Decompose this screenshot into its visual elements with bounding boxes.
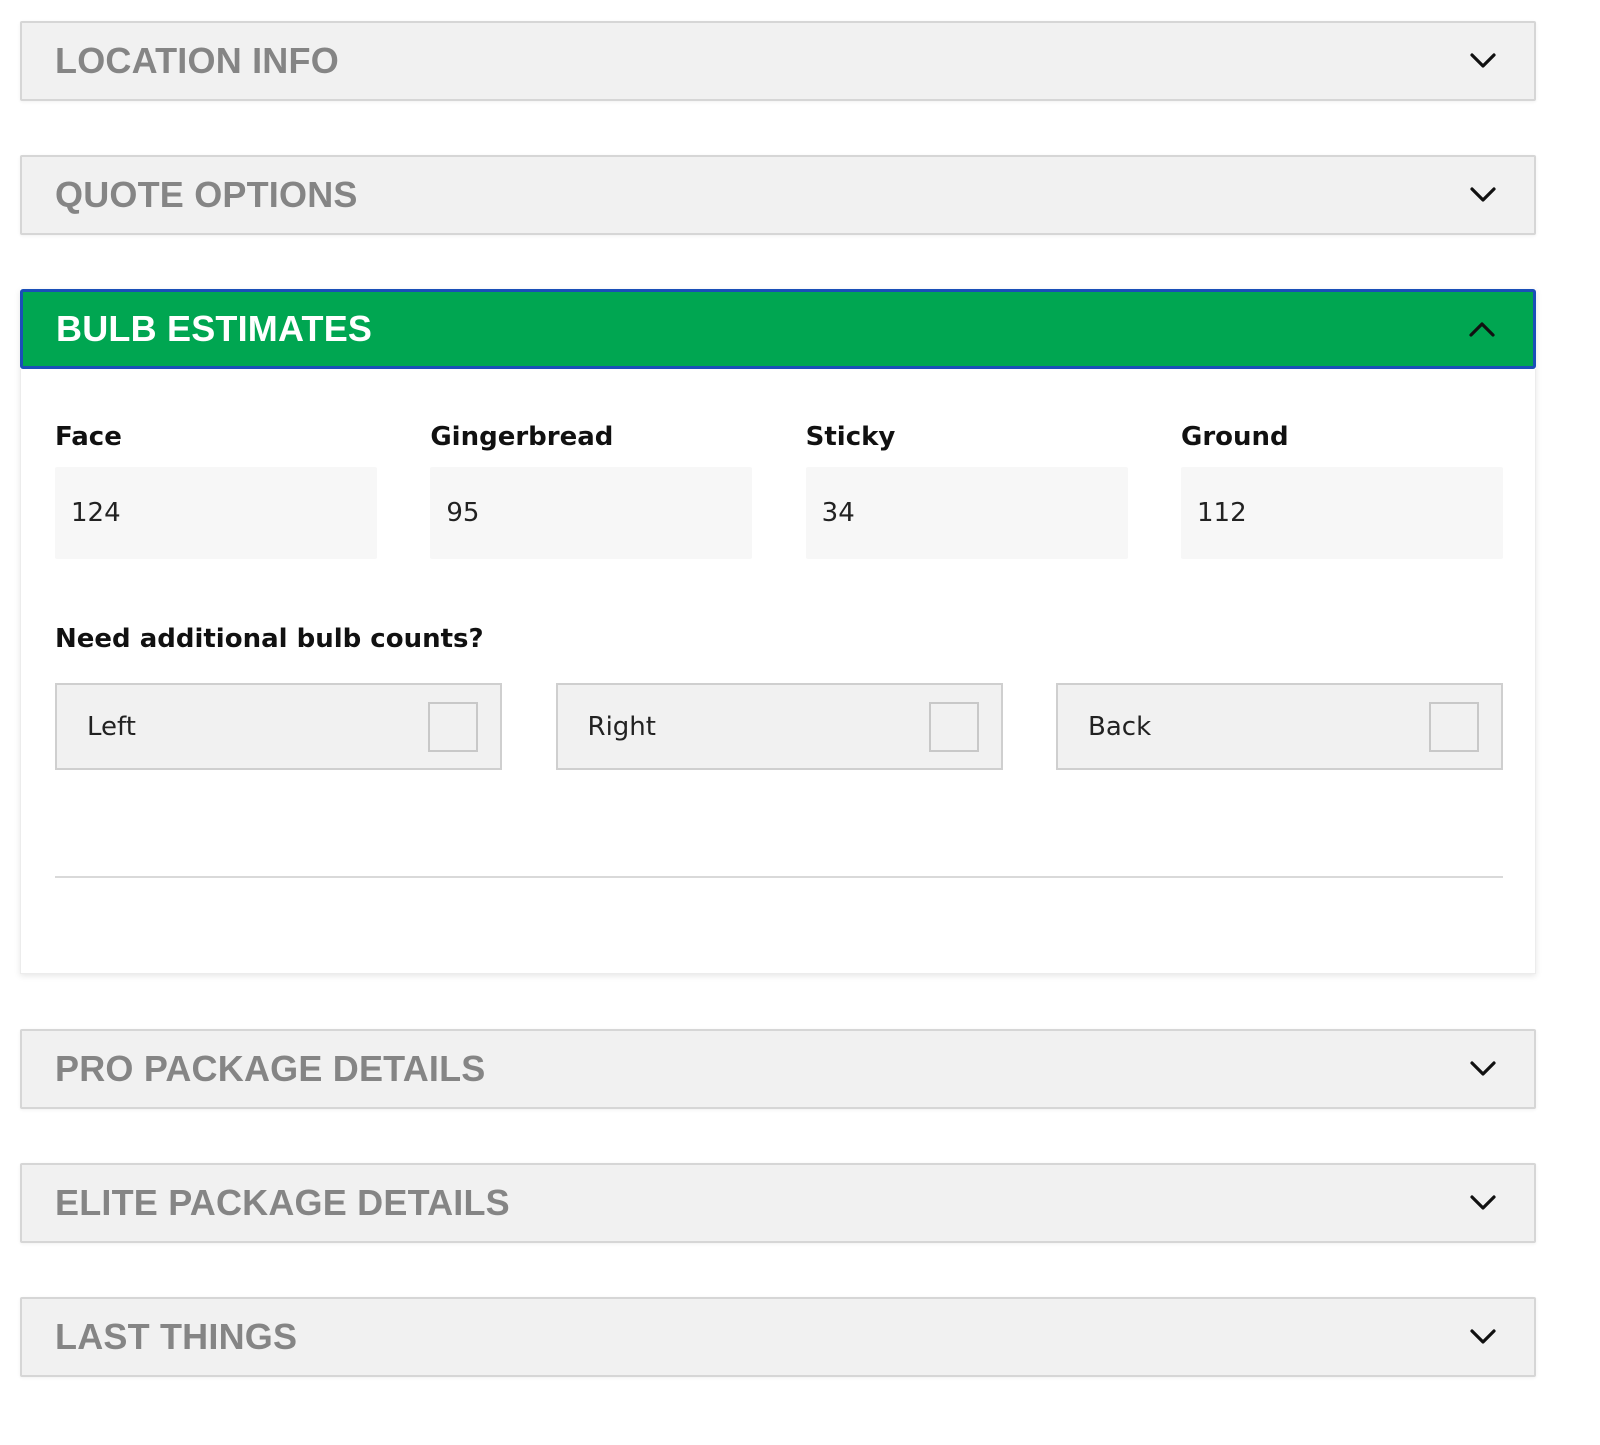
accordion-title: ELITE PACKAGE DETAILS xyxy=(55,1182,510,1223)
accordion-header-elite-package-details[interactable]: ELITE PACKAGE DETAILS xyxy=(20,1163,1536,1243)
field-ground: Ground xyxy=(1180,419,1503,559)
bulb-fields-row: Face Gingerbread Sticky Ground xyxy=(55,419,1503,559)
accordion-title: LAST THINGS xyxy=(55,1316,298,1357)
left-checkbox[interactable] xyxy=(428,701,478,752)
option-right[interactable]: Right xyxy=(555,683,1003,770)
accordion-last-things: LAST THINGS xyxy=(20,1297,1536,1377)
option-label: Right xyxy=(587,711,656,742)
field-label: Ground xyxy=(1180,422,1289,452)
field-sticky: Sticky xyxy=(805,419,1128,559)
field-label: Gingerbread xyxy=(430,422,614,452)
ground-input[interactable] xyxy=(1180,467,1503,559)
accordion-header-bulb-estimates[interactable]: BULB ESTIMATES xyxy=(20,289,1536,369)
chevron-down-icon xyxy=(1466,1186,1500,1220)
accordion-pro-package-details: PRO PACKAGE DETAILS xyxy=(20,1029,1536,1109)
chevron-down-icon xyxy=(1466,178,1500,212)
field-label: Face xyxy=(55,422,122,452)
field-gingerbread: Gingerbread xyxy=(430,419,753,559)
option-label: Left xyxy=(87,711,136,742)
field-label: Sticky xyxy=(805,422,896,452)
gingerbread-input[interactable] xyxy=(430,467,753,559)
additional-bulb-counts-question: Need additional bulb counts? xyxy=(55,624,484,654)
accordion-header-pro-package-details[interactable]: PRO PACKAGE DETAILS xyxy=(20,1029,1536,1109)
accordion-header-last-things[interactable]: LAST THINGS xyxy=(20,1297,1536,1377)
face-input[interactable] xyxy=(55,467,377,559)
right-checkbox[interactable] xyxy=(928,701,979,752)
chevron-down-icon xyxy=(1466,44,1500,78)
chevron-up-icon xyxy=(1465,312,1499,346)
option-label: Back xyxy=(1088,711,1152,742)
section-divider xyxy=(55,876,1503,878)
accordion-quote-options: QUOTE OPTIONS xyxy=(20,155,1536,235)
chevron-down-icon xyxy=(1466,1320,1500,1354)
option-left[interactable]: Left xyxy=(55,683,502,770)
accordion-title: LOCATION INFO xyxy=(55,40,339,81)
accordion-body-bulb-estimates: Face Gingerbread Sticky Ground Need addi… xyxy=(20,369,1536,974)
accordion-title: BULB ESTIMATES xyxy=(56,308,373,349)
back-checkbox[interactable] xyxy=(1429,701,1479,752)
field-face: Face xyxy=(55,419,377,559)
sticky-input[interactable] xyxy=(805,467,1128,559)
additional-options-row: Left Right Back xyxy=(55,683,1503,770)
option-back[interactable]: Back xyxy=(1056,683,1503,770)
accordion-bulb-estimates: BULB ESTIMATES Face Gingerbread Sticky G… xyxy=(20,289,1536,974)
accordion-header-quote-options[interactable]: QUOTE OPTIONS xyxy=(20,155,1536,235)
chevron-down-icon xyxy=(1466,1052,1500,1086)
accordion-title: PRO PACKAGE DETAILS xyxy=(55,1048,486,1089)
accordion-elite-package-details: ELITE PACKAGE DETAILS xyxy=(20,1163,1536,1243)
accordion-location-info: LOCATION INFO xyxy=(20,21,1536,101)
accordion-header-location-info[interactable]: LOCATION INFO xyxy=(20,21,1536,101)
accordion-title: QUOTE OPTIONS xyxy=(55,174,358,215)
